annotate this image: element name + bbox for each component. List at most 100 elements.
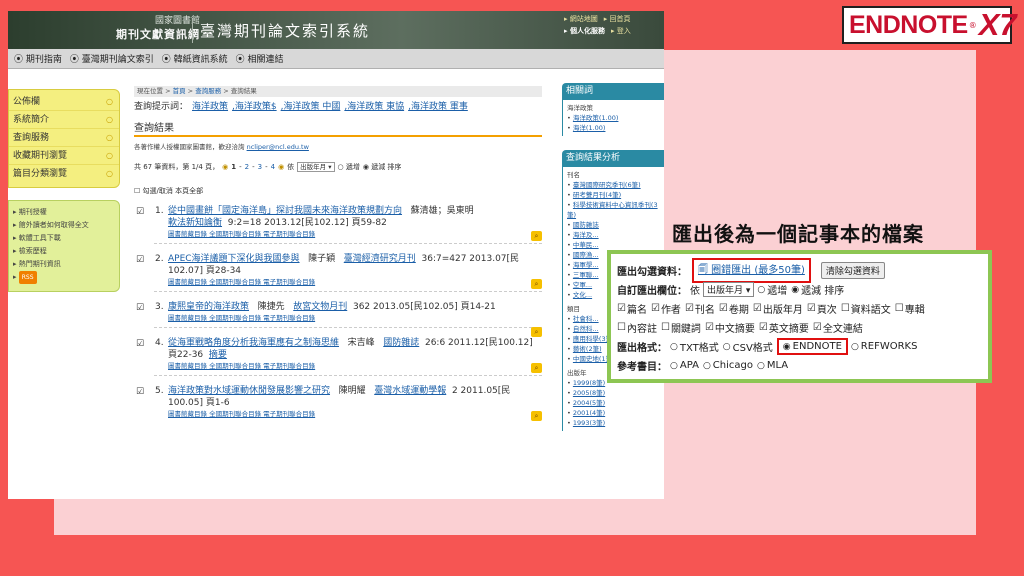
export-link[interactable]: 🗐 圈錯匯出 (最多50筆)	[698, 261, 805, 280]
login-link[interactable]: ▸ 登入	[611, 27, 631, 35]
field-checkbox[interactable]: ☑	[813, 322, 822, 333]
field-checkbox[interactable]: ☐	[617, 322, 626, 333]
record-checkbox[interactable]: ☑	[136, 302, 144, 314]
clear-selection-button[interactable]: 清除勾選資料	[820, 262, 885, 279]
sort-asc-radio[interactable]: ○ 遞增	[338, 162, 360, 172]
nav-paper-info[interactable]: ⦿ 韓紙資訊系統	[162, 52, 228, 65]
record-title[interactable]: 從中國畫餅「國定海洋島」探討我國未來海洋政策規劃方向	[168, 206, 402, 216]
sidebar-link-history[interactable]: ▸ 檢索歷程	[13, 245, 115, 258]
nav-related-links[interactable]: ⦿ 相關連結	[236, 52, 284, 65]
analysis-item[interactable]: 1993(3筆)	[573, 419, 605, 427]
personal-service-link[interactable]: ▸ 個人化服務	[564, 27, 605, 35]
sidebar-item-bulletin[interactable]: 公佈欄	[9, 93, 119, 111]
magnifier-icon[interactable]: ⌕	[531, 327, 542, 337]
field-checkbox[interactable]: ☐	[895, 303, 904, 314]
notice-email-link[interactable]: ncliper@ncl.edu.tw	[247, 143, 309, 151]
record-journal[interactable]: 故宮文物月刊	[293, 302, 347, 312]
sidebar-rss[interactable]: ▸ RSS	[13, 271, 115, 284]
record-checkbox[interactable]: ☑	[136, 386, 144, 398]
sidebar-item-browse-categories[interactable]: 篇目分類瀏覽	[9, 165, 119, 183]
sidebar-item-search[interactable]: 查詢服務	[9, 129, 119, 147]
record-links[interactable]: 圖書館藏目錄 全國期刊聯合目錄 電子期刊聯合目錄	[168, 313, 542, 324]
record-abstract-link[interactable]: 摘要	[209, 350, 227, 360]
sidebar-link-tools[interactable]: ▸ 軟體工具下載	[13, 232, 115, 245]
record-title[interactable]: 康熙皇帝的海洋政策	[168, 302, 249, 312]
magnifier-icon[interactable]: ⌕	[531, 279, 542, 289]
analysis-item[interactable]: 海軍學...	[573, 261, 599, 269]
record-checkbox[interactable]: ☑	[136, 338, 144, 350]
record-title[interactable]: 從海軍戰略角度分析我海軍應有之制海思維	[168, 338, 339, 348]
sidebar-item-browse-journals[interactable]: 收藏期刊瀏覽	[9, 147, 119, 165]
analysis-item[interactable]: 中華民...	[573, 241, 599, 249]
magnifier-icon[interactable]: ⌕	[531, 411, 542, 421]
page-link-1[interactable]: 1	[231, 163, 236, 171]
analysis-item[interactable]: 2001(4筆)	[573, 409, 605, 417]
field-checkbox[interactable]: ☑	[617, 303, 626, 314]
record-journal[interactable]: 國防雜誌	[383, 338, 419, 348]
breadcrumb-home[interactable]: 首頁	[173, 87, 186, 95]
sidebar-link-fulltext[interactable]: ▸ 館外讀者如何取得全文	[13, 219, 115, 232]
record-links[interactable]: 圖書館藏目錄 全國期刊聯合目錄 電子期刊聯合目錄	[168, 361, 542, 372]
analysis-item[interactable]: 國防雜誌	[573, 221, 599, 229]
analysis-item[interactable]: 1999(8筆)	[573, 379, 605, 387]
analysis-item[interactable]: 研考雙月刊(4筆)	[573, 191, 621, 199]
format-radio-refworks[interactable]: ○	[851, 342, 859, 352]
hint-term[interactable]: ,海洋政策 軍事	[408, 102, 468, 112]
related-term[interactable]: 海洋政策(1.00)	[573, 114, 619, 122]
analysis-item[interactable]: 海洋及...	[573, 231, 599, 239]
sort-desc-radio[interactable]: ◉ 遞減 排序	[363, 162, 402, 172]
export-asc-radio[interactable]: ○	[757, 285, 765, 295]
record-title[interactable]: APEC海洋議題下深化與我國參與	[168, 254, 300, 264]
page-link-3[interactable]: 3	[258, 163, 262, 171]
analysis-item[interactable]: 藝術(2筆)	[573, 345, 602, 353]
field-checkbox[interactable]: ☐	[841, 303, 850, 314]
field-checkbox[interactable]: ☑	[705, 322, 714, 333]
subsite-label[interactable]: 期刊文獻資訊網	[116, 28, 200, 41]
magnifier-icon[interactable]: ⌕	[531, 363, 542, 373]
field-checkbox[interactable]: ☑	[753, 303, 762, 314]
record-links[interactable]: 圖書館藏目錄 全國期刊聯合目錄 電子期刊聯合目錄	[168, 277, 542, 288]
field-checkbox[interactable]: ☑	[807, 303, 816, 314]
analysis-item[interactable]: 三軍聯...	[573, 271, 599, 279]
sidebar-link-authorization[interactable]: ▸ 期刊授權	[13, 206, 115, 219]
export-sort-select[interactable]: 出版年月 ▾	[703, 282, 755, 297]
home-link[interactable]: ▸ 回首頁	[604, 15, 631, 23]
related-term[interactable]: 海洋(1.00)	[573, 124, 606, 132]
field-checkbox[interactable]: ☑	[759, 322, 768, 333]
sitemap-link[interactable]: ▸ 網站地圖	[564, 15, 598, 23]
format-radio-csv[interactable]: ○	[723, 342, 731, 352]
next-page-icon[interactable]: ◉	[278, 163, 284, 171]
sort-select[interactable]: 出版年月 ▾	[297, 162, 335, 172]
hint-term[interactable]: ,海洋政策 東協	[344, 102, 404, 112]
record-links[interactable]: 圖書館藏目錄 全國期刊聯合目錄 電子期刊聯合目錄	[168, 409, 542, 420]
rss-icon[interactable]: RSS	[18, 271, 37, 284]
field-checkbox[interactable]: ☑	[651, 303, 660, 314]
record-checkbox[interactable]: ☑	[136, 206, 144, 218]
export-desc-radio[interactable]: ◉	[791, 285, 799, 295]
analysis-item[interactable]: 自然科...	[573, 325, 599, 333]
breadcrumb-search[interactable]: 查詢服務	[195, 87, 221, 95]
format-radio-endnote[interactable]: ◉	[783, 342, 791, 352]
field-checkbox[interactable]: ☐	[661, 322, 670, 333]
sidebar-link-hot-journals[interactable]: ▸ 熱門期刊資訊	[13, 258, 115, 271]
hint-term[interactable]: ,海洋政策$	[232, 102, 277, 112]
page-link-2[interactable]: 2	[245, 163, 249, 171]
analysis-item[interactable]: 2005(8筆)	[573, 389, 605, 397]
analysis-item[interactable]: 臺灣國際研究季刊(6筆)	[573, 181, 641, 189]
hint-term[interactable]: ,海洋政策 中國	[281, 102, 341, 112]
sidebar-item-intro[interactable]: 系統簡介	[9, 111, 119, 129]
field-checkbox[interactable]: ☑	[685, 303, 694, 314]
analysis-item[interactable]: 2004(5筆)	[573, 399, 605, 407]
analysis-item[interactable]: 空軍...	[573, 281, 592, 289]
analysis-item[interactable]: 文化...	[573, 291, 592, 299]
ref-radio-mla[interactable]: ○	[757, 361, 765, 371]
record-journal[interactable]: 軟法新知論衡	[168, 218, 222, 228]
analysis-item[interactable]: 社會科...	[573, 315, 599, 323]
format-radio-txt[interactable]: ○	[670, 342, 678, 352]
field-checkbox[interactable]: ☑	[719, 303, 728, 314]
magnifier-icon[interactable]: ⌕	[531, 231, 542, 241]
hint-term[interactable]: 海洋政策	[192, 102, 228, 112]
record-journal[interactable]: 臺灣水域運動學報	[374, 386, 446, 396]
ref-radio-chicago[interactable]: ○	[703, 361, 711, 371]
nav-journal-guide[interactable]: ⦿ 期刊指南	[14, 52, 62, 65]
